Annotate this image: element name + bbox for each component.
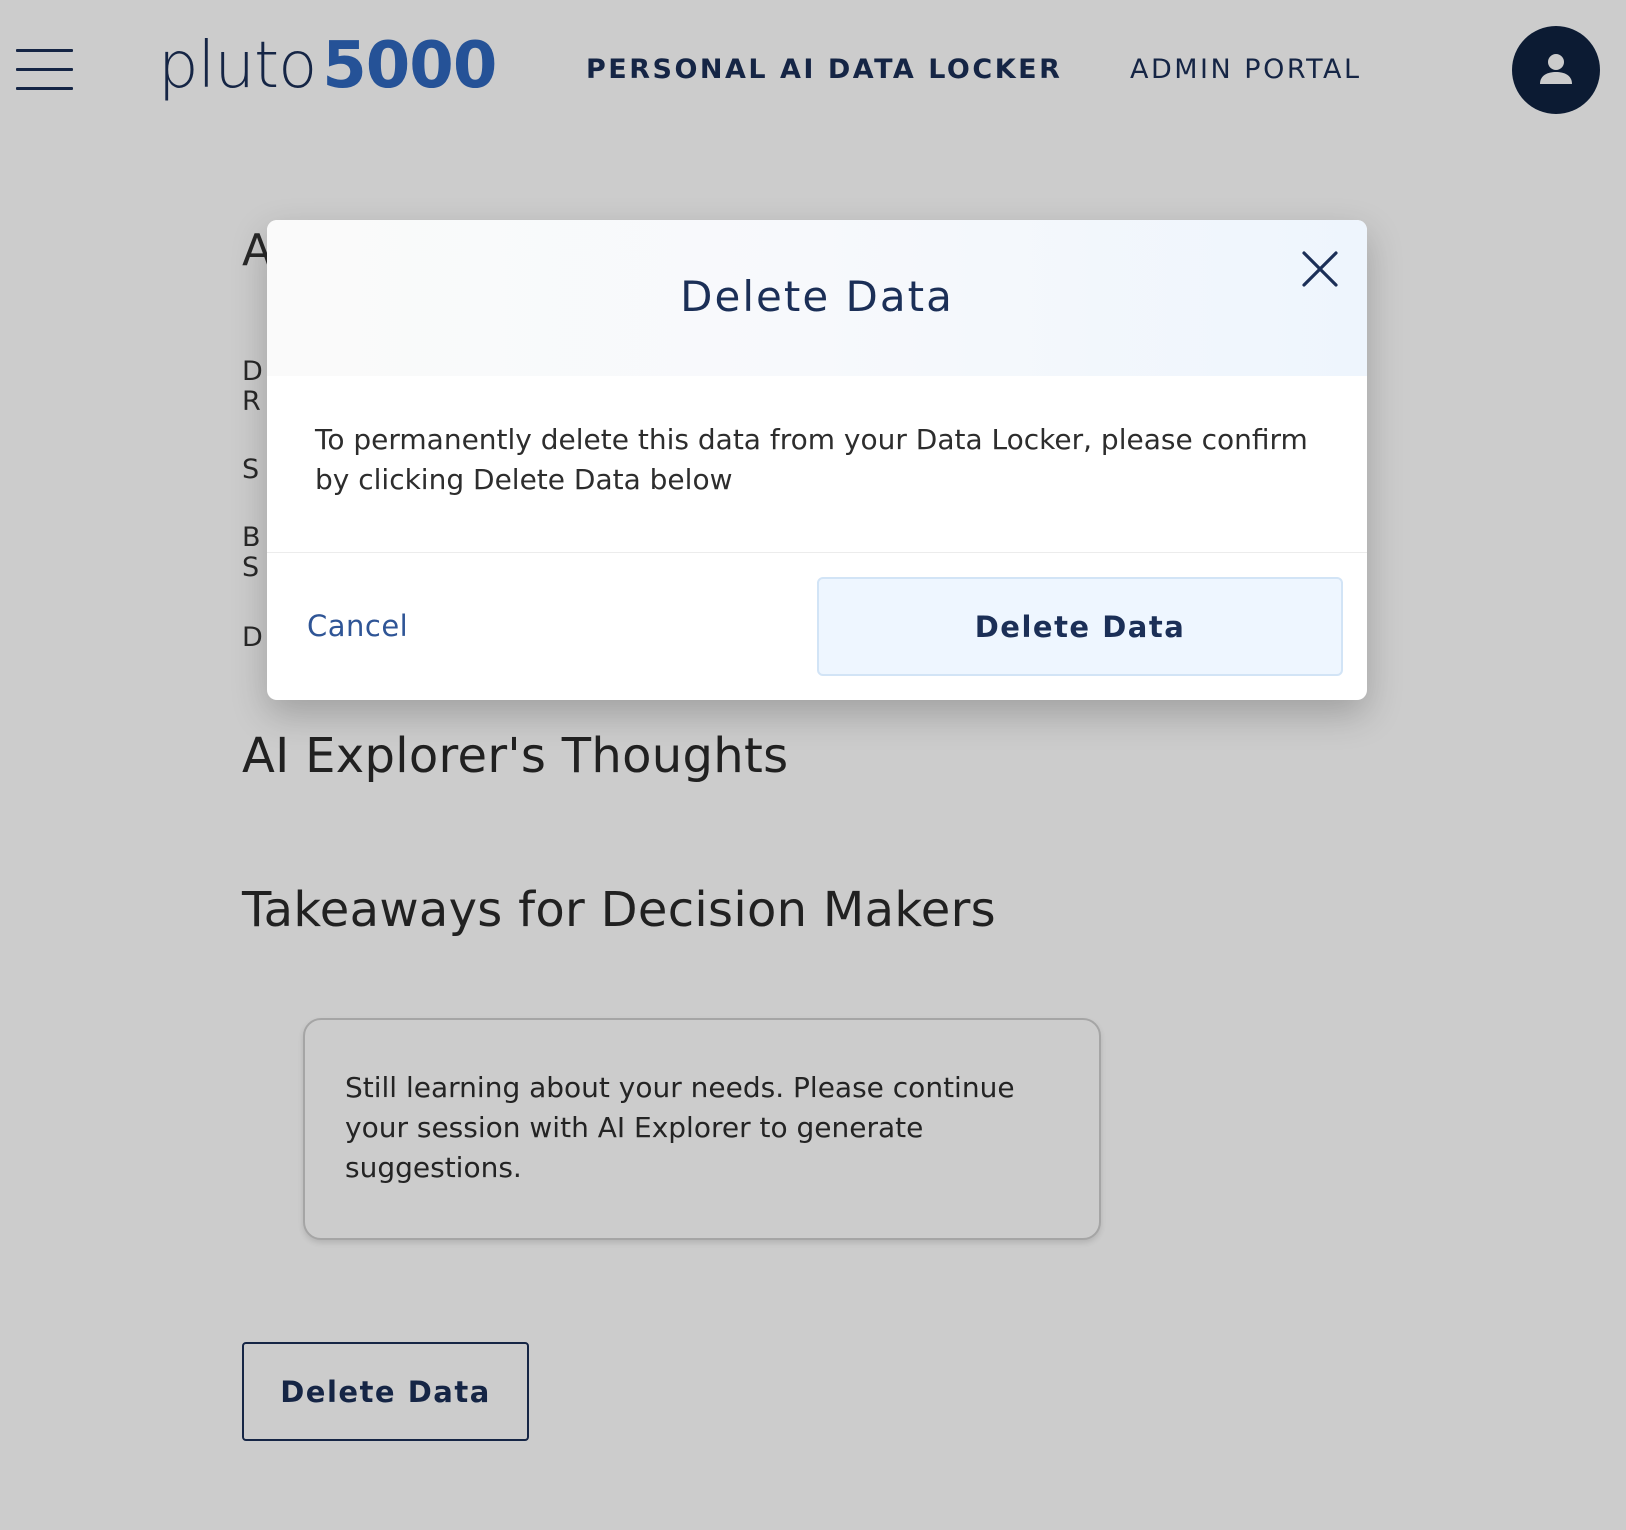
divider [267, 552, 1367, 553]
dialog-message: To permanently delete this data from you… [315, 423, 1308, 496]
dialog-header: Delete Data [267, 220, 1367, 376]
close-icon[interactable] [1299, 248, 1341, 290]
confirm-delete-data-button[interactable]: Delete Data [817, 577, 1343, 676]
dialog-title: Delete Data [680, 272, 954, 321]
cancel-button[interactable]: Cancel [307, 609, 408, 643]
delete-data-dialog: Delete Data To permanently delete this d… [267, 220, 1367, 700]
